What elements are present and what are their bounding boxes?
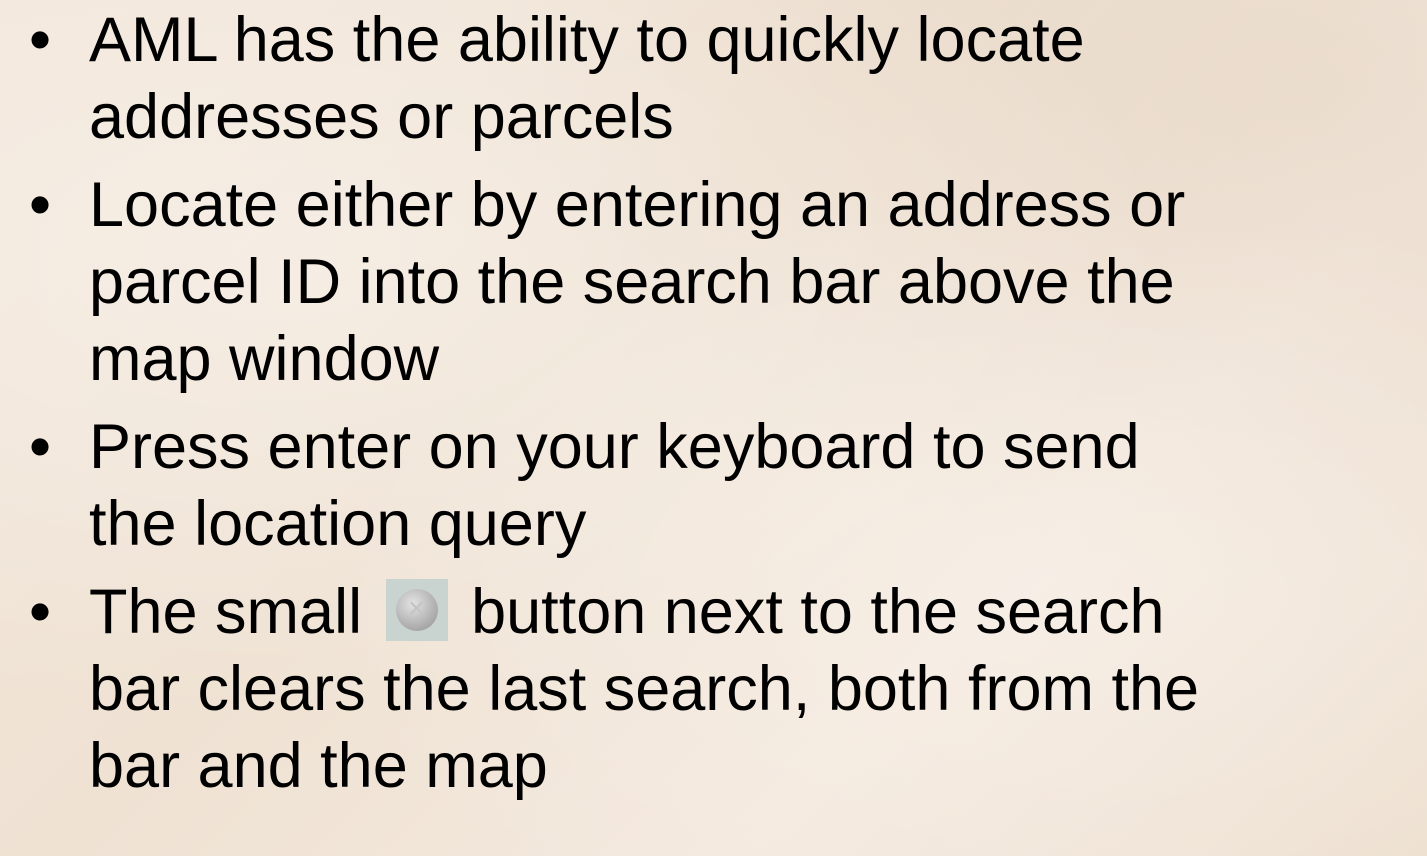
bullet-item-locate-ability: • AML has the ability to quickly locate … bbox=[0, 2, 1427, 156]
bullet-text-line: the location query bbox=[89, 489, 587, 559]
bullet-item-press-enter: • Press enter on your keyboard to send t… bbox=[0, 409, 1427, 563]
slide: • AML has the ability to quickly locate … bbox=[0, 0, 1427, 856]
bullet-text-line: bar and the map bbox=[89, 731, 548, 801]
bullet-item-clear-button: • The small ✕ button next to the search … bbox=[0, 574, 1427, 805]
bullet-dot: • bbox=[28, 5, 52, 75]
bullet-text-line: addresses or parcels bbox=[89, 82, 674, 152]
bullet-text-line: map window bbox=[89, 324, 440, 394]
clear-x-icon: ✕ bbox=[385, 579, 448, 641]
bullet-dot: • bbox=[28, 170, 52, 240]
bullet-text-line: parcel ID into the search bar above the bbox=[89, 247, 1175, 317]
bullet-text-line: Locate either by entering an address or bbox=[89, 170, 1186, 240]
bullet-text-segment: The small bbox=[89, 577, 363, 647]
bullet-text-line: Press enter on your keyboard to send bbox=[89, 412, 1140, 482]
bullet-text-line: bar clears the last search, both from th… bbox=[89, 654, 1200, 724]
bullet-list: • AML has the ability to quickly locate … bbox=[0, 0, 1427, 816]
clear-icon-cross: ✕ bbox=[407, 597, 426, 622]
bullet-dot: • bbox=[28, 577, 52, 647]
bullet-text-segment: button next to the search bbox=[471, 577, 1165, 647]
bullet-item-search-bar: • Locate either by entering an address o… bbox=[0, 167, 1427, 398]
bullet-dot: • bbox=[28, 412, 52, 482]
bullet-text-line: AML has the ability to quickly locate bbox=[89, 5, 1085, 75]
